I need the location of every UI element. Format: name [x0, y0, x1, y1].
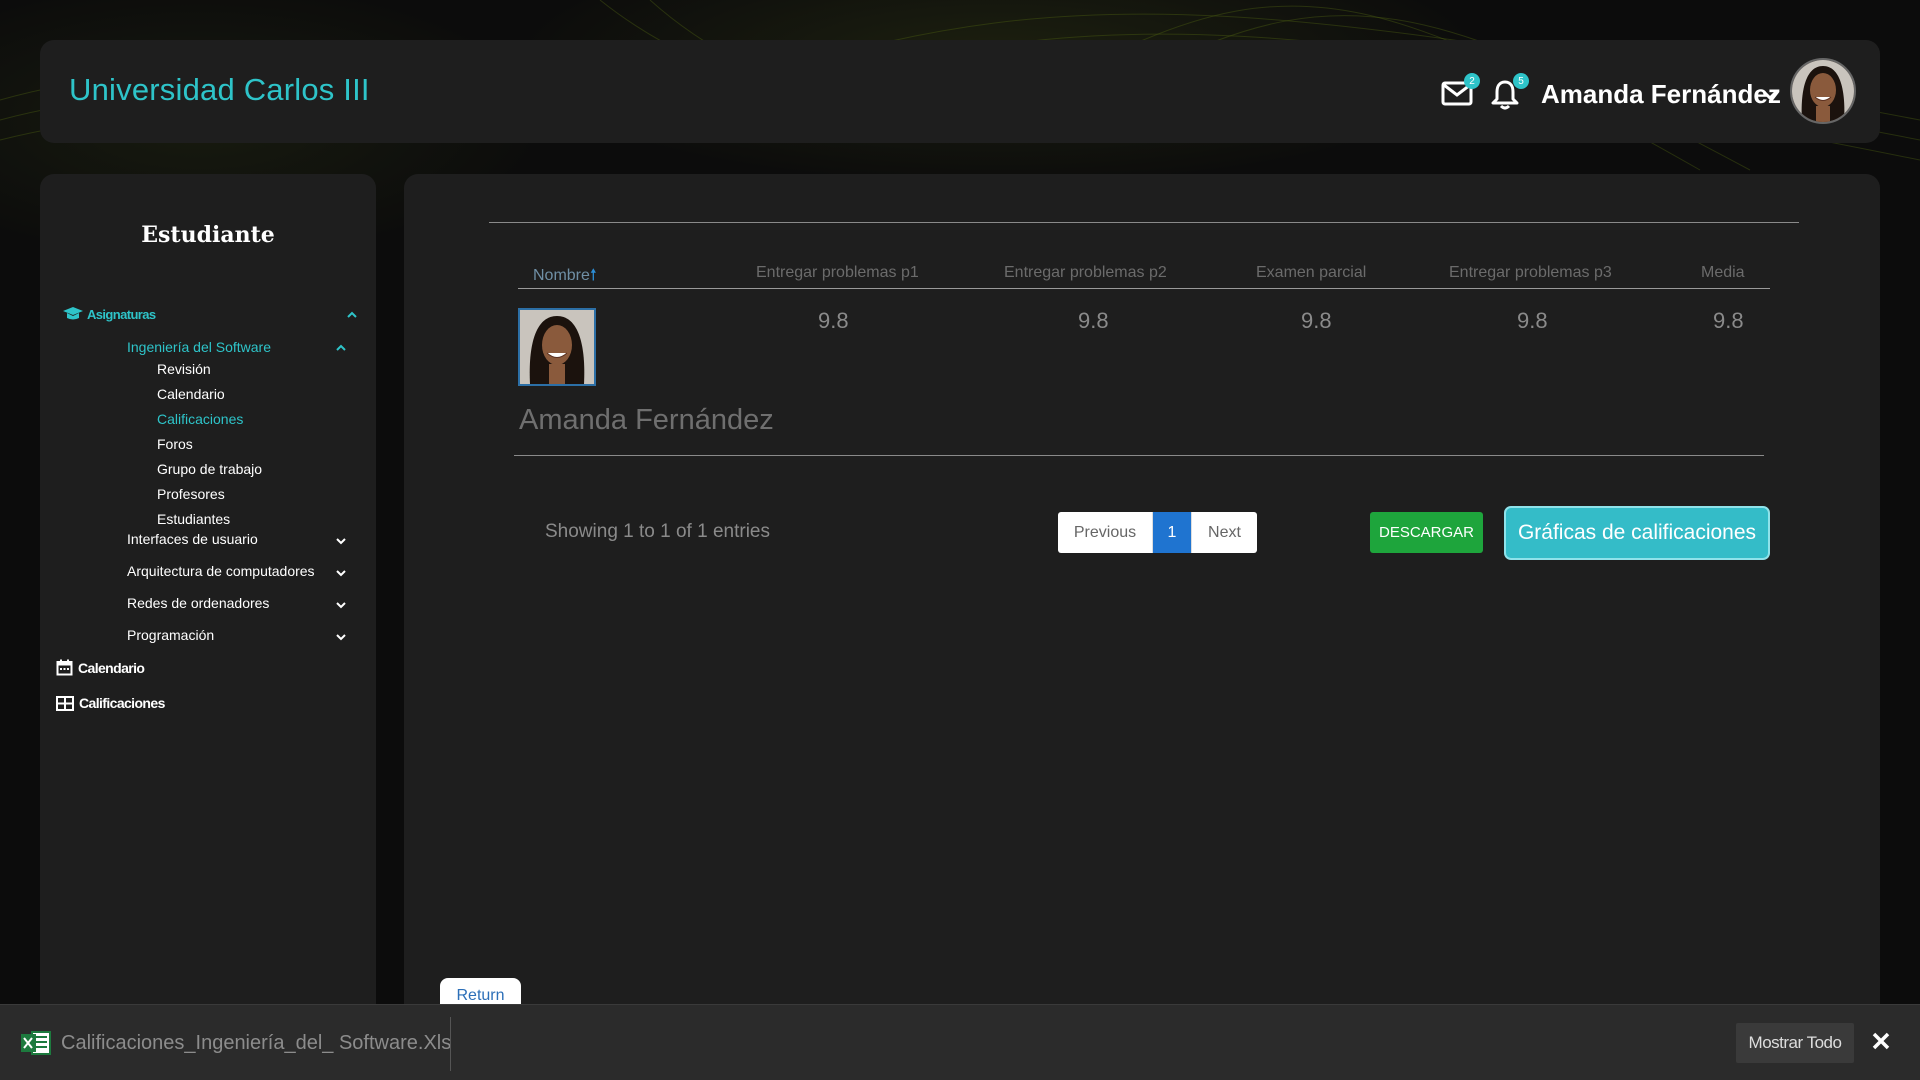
sidebar-item-label: Calendario — [78, 659, 145, 676]
sidebar-item-arquitectura[interactable]: Arquitectura de computadores — [127, 563, 315, 579]
table-icon — [56, 695, 74, 711]
mail-badge: 2 — [1464, 73, 1480, 89]
sidebar-item-label: Ingeniería del Software — [127, 339, 271, 355]
column-header-media[interactable]: Media — [1701, 264, 1745, 282]
sidebar-subitem-grupo-trabajo[interactable]: Grupo de trabajo — [157, 461, 262, 477]
column-header-nombre[interactable]: Nombre🠕 — [533, 264, 597, 291]
close-icon — [1872, 1032, 1890, 1050]
sidebar-subitem-revision[interactable]: Revisión — [157, 361, 211, 377]
sidebar-subitem-label: Revisión — [157, 361, 211, 377]
divider — [489, 222, 1799, 223]
next-page-button[interactable]: Next — [1191, 512, 1257, 553]
column-label: Nombre — [533, 267, 590, 284]
grade-examen: 9.8 — [1301, 308, 1332, 333]
avatar-image — [1792, 60, 1854, 122]
chevron-down-icon[interactable] — [335, 569, 347, 577]
sidebar-item-interfaces[interactable]: Interfaces de usuario — [127, 531, 258, 547]
chevron-down-icon[interactable] — [335, 537, 347, 545]
downloaded-file[interactable]: Calificaciones_Ingeniería_del_ Software.… — [20, 1025, 451, 1061]
sidebar-subitem-label: Foros — [157, 436, 193, 452]
grade-p3: 9.8 — [1517, 308, 1548, 333]
download-bar: Calificaciones_Ingeniería_del_ Software.… — [0, 1004, 1920, 1080]
entries-info: Showing 1 to 1 of 1 entries — [545, 521, 770, 542]
student-photo-image — [520, 310, 594, 384]
grade-p2: 9.8 — [1078, 308, 1109, 333]
sidebar-item-calendario[interactable]: Calendario — [56, 659, 145, 676]
notifications-button[interactable]: 5 — [1490, 73, 1529, 114]
chevron-up-icon[interactable] — [346, 311, 358, 319]
excel-file-icon — [21, 1031, 51, 1055]
sidebar-subitem-profesores[interactable]: Profesores — [157, 486, 225, 502]
top-header: Universidad Carlos III 2 5 Amanda Fernán… — [40, 40, 1880, 143]
student-photo — [518, 308, 596, 386]
pagination: Previous 1 Next — [1058, 512, 1257, 553]
mail-button[interactable]: 2 — [1441, 73, 1480, 114]
sidebar-subitem-estudiantes[interactable]: Estudiantes — [157, 511, 230, 527]
chevron-down-icon[interactable] — [1762, 89, 1778, 101]
chevron-down-icon[interactable] — [335, 601, 347, 609]
user-menu-name[interactable]: Amanda Fernández — [1541, 79, 1781, 110]
sidebar-item-programacion[interactable]: Programación — [127, 627, 214, 643]
header-divider — [518, 288, 1770, 289]
calendar-icon — [56, 659, 73, 676]
chevron-down-icon[interactable] — [335, 633, 347, 641]
sidebar-subitem-calendario[interactable]: Calendario — [157, 386, 225, 402]
graduation-cap-icon — [63, 307, 83, 320]
previous-page-button[interactable]: Previous — [1058, 512, 1153, 553]
sidebar-item-asignaturas[interactable]: Asignaturas — [62, 306, 156, 322]
sidebar-subitem-calificaciones[interactable]: Calificaciones — [157, 411, 243, 427]
student-name: Amanda Fernández — [519, 404, 774, 436]
sidebar-item-label: Programación — [127, 627, 215, 643]
sidebar-item-calificaciones[interactable]: Calificaciones — [56, 695, 165, 711]
download-button[interactable]: DESCARGAR — [1370, 512, 1483, 553]
sidebar-subitem-label: Estudiantes — [157, 511, 231, 527]
page-1-button[interactable]: 1 — [1153, 512, 1191, 553]
sidebar-subitem-label: Grupo de trabajo — [157, 461, 263, 477]
sidebar-item-ingenieria-software[interactable]: Ingeniería del Software — [127, 339, 271, 355]
avatar[interactable] — [1790, 58, 1856, 124]
downloaded-file-name: Calificaciones_Ingeniería_del_ Software.… — [61, 1031, 452, 1054]
column-header-p2[interactable]: Entregar problemas p2 — [1004, 264, 1167, 282]
column-header-p1[interactable]: Entregar problemas p1 — [756, 264, 919, 282]
row-divider — [514, 455, 1764, 456]
grade-media: 9.8 — [1713, 308, 1744, 333]
close-download-bar-button[interactable] — [1866, 1026, 1896, 1056]
sidebar-item-label: Asignaturas — [87, 306, 156, 322]
sidebar-subitem-label: Calendario — [157, 386, 225, 402]
column-header-examen[interactable]: Examen parcial — [1256, 264, 1366, 282]
grades-panel: Nombre🠕 Entregar problemas p1 Entregar p… — [404, 174, 1880, 1008]
sidebar-subitem-foros[interactable]: Foros — [157, 436, 193, 452]
show-all-button[interactable]: Mostrar Todo — [1736, 1023, 1854, 1063]
sidebar-item-label: Interfaces de usuario — [127, 531, 258, 547]
sidebar-item-label: Redes de ordenadores — [127, 595, 270, 611]
brand-title[interactable]: Universidad Carlos III — [69, 72, 370, 108]
sidebar-item-redes[interactable]: Redes de ordenadores — [127, 595, 269, 611]
column-header-p3[interactable]: Entregar problemas p3 — [1449, 264, 1612, 282]
sort-arrow-icon: 🠕 — [589, 267, 597, 284]
sidebar-item-label: Calificaciones — [79, 695, 165, 711]
sidebar-subitem-label: Profesores — [157, 486, 225, 502]
chevron-up-icon[interactable] — [335, 344, 347, 352]
grade-p1: 9.8 — [818, 308, 849, 333]
sidebar-subitem-label: Calificaciones — [157, 411, 244, 427]
sidebar-title: Estudiante — [141, 222, 275, 248]
grade-charts-button[interactable]: Gráficas de calificaciones — [1504, 506, 1770, 560]
sidebar-item-label: Arquitectura de computadores — [127, 563, 315, 579]
divider — [450, 1017, 451, 1071]
sidebar: Estudiante Asignaturas Ingeniería del So… — [40, 174, 376, 1004]
bell-badge: 5 — [1513, 73, 1529, 89]
